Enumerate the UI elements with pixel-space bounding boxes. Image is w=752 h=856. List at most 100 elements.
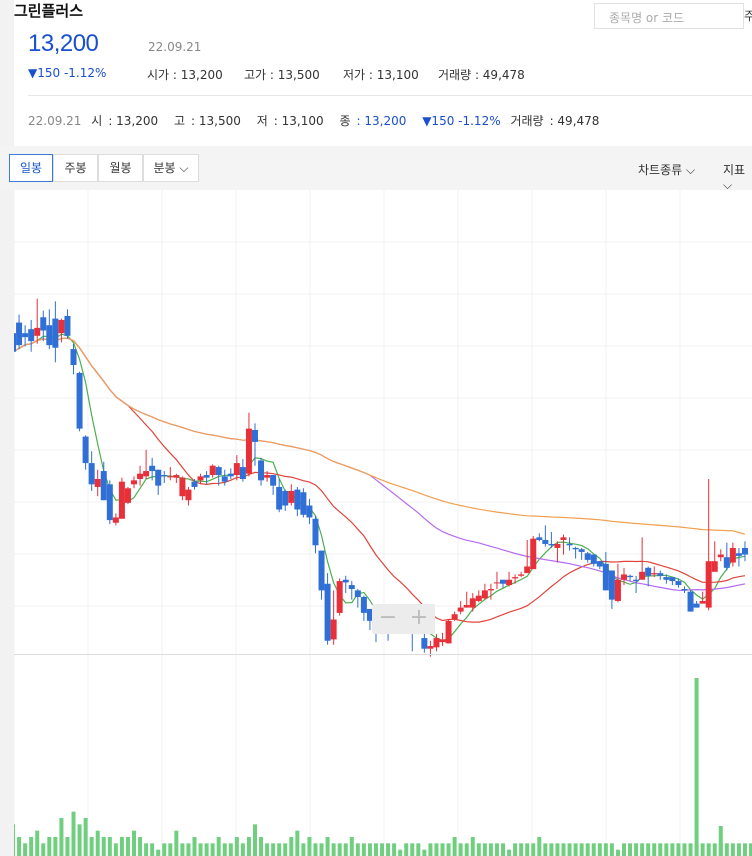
candle-body xyxy=(131,480,138,485)
volume-bar xyxy=(271,843,276,856)
candle-body xyxy=(324,583,331,641)
tab-monthly[interactable]: 월봉 xyxy=(98,154,143,182)
volume-bar xyxy=(367,843,372,856)
volume-bar xyxy=(246,837,251,856)
volume-bar xyxy=(277,843,282,856)
volume-bar xyxy=(41,843,46,856)
candle-body xyxy=(657,573,664,576)
low-value: 13,100 xyxy=(376,68,419,82)
candle-body xyxy=(627,575,634,578)
candle-body xyxy=(699,600,706,604)
candle-body xyxy=(542,539,549,544)
candle-body xyxy=(687,591,694,612)
volume-bar xyxy=(113,843,118,856)
candle-body xyxy=(457,607,464,612)
volume-bar xyxy=(398,849,403,856)
tab-daily[interactable]: 일봉 xyxy=(9,154,53,182)
volume-bar xyxy=(386,843,391,856)
candle-body xyxy=(469,598,476,608)
high-label: 고가 xyxy=(244,68,267,82)
candle-body xyxy=(451,614,458,620)
zoom-control: − + xyxy=(372,604,435,634)
volume-bar xyxy=(180,843,185,856)
candle-body xyxy=(614,579,621,601)
candle-body xyxy=(705,561,712,608)
volume-bar xyxy=(252,824,257,856)
ma20-line xyxy=(14,337,746,623)
candle-body xyxy=(155,469,162,486)
candle-body xyxy=(16,322,23,346)
candle-body xyxy=(34,327,41,336)
candlestick-chart[interactable] xyxy=(14,190,752,856)
volume-bar xyxy=(416,843,421,856)
summary-change: ▼150 -1.12% xyxy=(422,114,501,128)
volume-bar xyxy=(440,843,445,856)
candle-body xyxy=(58,319,65,334)
zoom-in-button[interactable]: + xyxy=(404,606,434,632)
volume-bar xyxy=(488,843,493,856)
volume-bar xyxy=(361,843,366,856)
volume-bar xyxy=(597,843,602,856)
volume-bar xyxy=(14,824,16,856)
summary-low: 저: 13,100 xyxy=(256,114,324,128)
candle-body xyxy=(536,537,543,540)
ohlc-summary: 22.09.21 시: 13,200 고: 13,500 저: 13,100 종… xyxy=(28,112,611,129)
candle-body xyxy=(64,315,71,336)
volume-bar xyxy=(59,818,64,856)
candle-body xyxy=(82,436,89,464)
volume-bar xyxy=(712,843,717,856)
candle-body xyxy=(282,490,289,506)
candle-body xyxy=(572,547,579,550)
candle-body xyxy=(578,549,585,552)
volume-label: 거래량 xyxy=(438,68,472,82)
volume-bar xyxy=(609,843,614,856)
candle-body xyxy=(693,603,700,608)
candle-body xyxy=(675,581,682,586)
candle-body xyxy=(264,475,271,478)
volume-bar xyxy=(174,830,179,856)
volume-bar xyxy=(47,837,52,856)
volume-bar xyxy=(83,818,88,856)
candle-body xyxy=(463,604,470,608)
candle-body xyxy=(227,473,234,477)
tab-minute[interactable]: 분봉 ⌵ xyxy=(143,154,199,182)
candle-body xyxy=(506,579,513,586)
candle-body xyxy=(620,574,627,580)
candle-body xyxy=(487,589,494,591)
candle-body xyxy=(185,489,192,501)
volume-bar xyxy=(138,837,143,856)
volume-bar xyxy=(404,843,409,856)
volume-bar xyxy=(736,843,741,856)
price-date: 22.09.21 xyxy=(148,40,202,54)
indicator-menu[interactable]: 지표 ⌵ xyxy=(723,161,752,193)
volume-bar xyxy=(240,843,245,856)
zoom-out-button[interactable]: − xyxy=(373,606,403,632)
volume-bar xyxy=(343,843,348,856)
candle-body xyxy=(52,318,59,348)
candle-body xyxy=(360,596,367,613)
candle-body xyxy=(112,517,119,523)
volume-bar xyxy=(700,843,705,856)
header-divider xyxy=(28,95,752,96)
volume-bar xyxy=(337,843,342,856)
volume-bar xyxy=(186,843,191,856)
stock-name[interactable]: 그린플러스 xyxy=(14,0,83,21)
candle-body xyxy=(348,585,355,590)
volume-bar xyxy=(670,843,675,856)
search-extra-label[interactable]: 주 xyxy=(744,7,752,24)
volume-bar xyxy=(658,843,663,856)
candle-body xyxy=(548,543,555,546)
volume-bar xyxy=(694,678,699,856)
candle-body xyxy=(28,329,35,342)
candle-body xyxy=(14,333,17,352)
summary-open: 시: 13,200 xyxy=(91,114,159,128)
chart-type-menu[interactable]: 차트종류 ⌵ xyxy=(638,161,695,178)
volume-bar xyxy=(537,837,542,856)
volume-bar xyxy=(17,837,22,856)
chart-area[interactable]: − + xyxy=(14,190,752,856)
candle-body xyxy=(596,561,603,567)
search-input[interactable]: 종목명 or 코드 xyxy=(594,3,744,29)
candle-body xyxy=(584,553,591,560)
tab-weekly[interactable]: 주봉 xyxy=(53,154,98,182)
volume-bar xyxy=(107,837,112,856)
